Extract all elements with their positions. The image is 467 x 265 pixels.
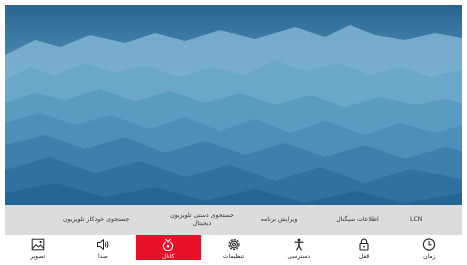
mountain-landscape	[5, 5, 462, 205]
submenu-item-manual-search[interactable]: جستجوی دستی تلویزیون دیجیتال	[161, 212, 243, 228]
menu-item-picture[interactable]: تصویر	[5, 235, 70, 260]
gear-icon	[227, 238, 240, 251]
menu-label-picture: تصویر	[30, 253, 46, 260]
lock-icon	[359, 238, 369, 251]
background-landscape-image	[5, 5, 462, 205]
main-menu-bar: زمان قفل دسترسی تنظیمات کانال صدا تصویر	[5, 235, 462, 260]
menu-label-time: زمان	[423, 253, 436, 260]
speaker-icon	[96, 238, 109, 251]
channel-icon	[163, 238, 174, 251]
tv-menu-screen: LCN اطلاعات سیگنال ویرایش برنامه جستجوی …	[5, 5, 462, 260]
menu-label-settings: تنظیمات	[222, 253, 245, 260]
submenu-item-lcn[interactable]: LCN	[400, 216, 450, 224]
menu-label-lock: قفل	[358, 253, 370, 260]
clock-icon	[423, 238, 436, 251]
menu-item-accessibility[interactable]: دسترسی	[266, 235, 331, 260]
channel-submenu: LCN اطلاعات سیگنال ویرایش برنامه جستجوی …	[5, 205, 462, 235]
menu-label-channel: کانال	[161, 253, 175, 260]
menu-item-time[interactable]: زمان	[397, 235, 462, 260]
menu-item-channel[interactable]: کانال	[135, 235, 201, 260]
menu-item-settings[interactable]: تنظیمات	[201, 235, 266, 260]
menu-item-lock[interactable]: قفل	[331, 235, 396, 260]
menu-label-accessibility: دسترسی	[287, 253, 311, 260]
menu-label-sound: صدا	[97, 253, 108, 260]
accessibility-icon	[294, 238, 304, 251]
submenu-item-auto-search[interactable]: جستجوی خودکار تلویزیون	[63, 216, 161, 224]
picture-icon	[31, 238, 44, 251]
submenu-item-signal-info[interactable]: اطلاعات سیگنال	[315, 216, 400, 224]
submenu-item-edit-program[interactable]: ویرایش برنامه	[243, 216, 315, 224]
menu-item-sound[interactable]: صدا	[70, 235, 135, 260]
